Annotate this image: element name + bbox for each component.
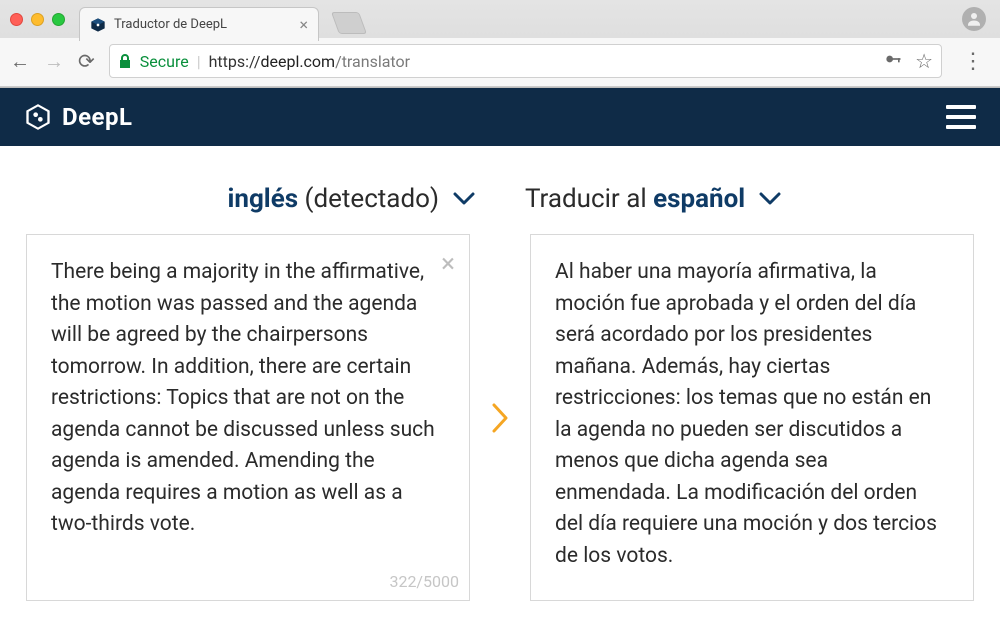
target-language-name: español: [653, 184, 745, 214]
app-header: DeepL: [0, 88, 1000, 146]
source-language-name: inglés: [228, 184, 299, 214]
new-tab-button[interactable]: [331, 12, 367, 34]
forward-button[interactable]: →: [44, 51, 64, 71]
bookmark-star-icon[interactable]: ☆: [915, 49, 933, 73]
hamburger-bar-icon: [946, 125, 976, 129]
lock-icon: [118, 53, 132, 69]
translator-panes: × There being a majority in the affirmat…: [0, 234, 1000, 601]
source-text[interactable]: There being a majority in the affirmativ…: [51, 257, 445, 541]
translate-arrow-icon: [488, 401, 512, 435]
source-language-selector[interactable]: inglés (detectado): [31, 184, 475, 214]
source-text-pane[interactable]: × There being a majority in the affirmat…: [26, 234, 470, 601]
separator: |: [197, 52, 201, 71]
tab-strip: Traductor de DeepL ×: [0, 0, 1000, 38]
target-text: Al haber una mayoría afirmativa, la moci…: [555, 257, 949, 572]
tab-title: Traductor de DeepL: [114, 17, 291, 32]
target-language-selector[interactable]: Traducir al español: [525, 184, 969, 214]
saved-password-icon[interactable]: [883, 49, 903, 73]
target-language-prefix: Traducir al: [525, 184, 653, 214]
chrome-menu-button[interactable]: ⋮: [956, 49, 990, 74]
target-text-pane[interactable]: Al haber una mayoría afirmativa, la moci…: [530, 234, 974, 601]
minimize-window-button[interactable]: [31, 13, 44, 26]
deepl-favicon-icon: [90, 17, 106, 33]
clear-input-icon[interactable]: ×: [441, 245, 455, 284]
source-language-suffix: (detectado): [305, 184, 439, 214]
brand-logo[interactable]: DeepL: [24, 103, 133, 131]
close-window-button[interactable]: [10, 13, 23, 26]
nav-buttons: ← →: [10, 51, 64, 71]
hamburger-bar-icon: [946, 105, 976, 109]
toolbar: ← → ⟳ Secure | https://deepl.com/transla…: [0, 38, 1000, 87]
profile-avatar-button[interactable]: [962, 7, 986, 31]
brand-text: DeepL: [62, 103, 133, 131]
maximize-window-button[interactable]: [52, 13, 65, 26]
chevron-down-icon: [453, 187, 475, 212]
window-controls[interactable]: [10, 13, 65, 26]
browser-chrome: Traductor de DeepL × ← → ⟳ Secure | http…: [0, 0, 1000, 88]
language-selector-row: inglés (detectado) Traducir al español: [0, 184, 1000, 214]
secure-label: Secure: [140, 52, 189, 71]
close-tab-icon[interactable]: ×: [299, 15, 308, 34]
hamburger-bar-icon: [946, 115, 976, 119]
hamburger-menu-button[interactable]: [946, 105, 976, 129]
chevron-down-icon: [759, 187, 781, 212]
back-button[interactable]: ←: [10, 51, 30, 71]
browser-tab[interactable]: Traductor de DeepL ×: [79, 7, 319, 41]
character-counter: 322/5000: [389, 570, 459, 594]
reload-button[interactable]: ⟳: [78, 51, 95, 71]
url-text: https://deepl.com/translator: [209, 52, 410, 71]
address-bar[interactable]: Secure | https://deepl.com/translator ☆: [109, 44, 942, 78]
